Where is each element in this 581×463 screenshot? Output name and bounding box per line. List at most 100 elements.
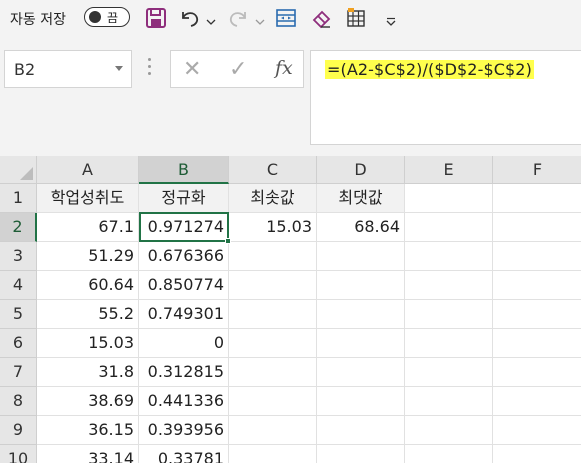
undo-dropdown-icon[interactable] [206, 12, 216, 25]
cell-e5[interactable] [405, 300, 493, 329]
row-header-7[interactable]: 7 [0, 358, 37, 387]
cell-b10[interactable]: 0.33781 [139, 445, 229, 463]
cell-e1[interactable] [405, 184, 493, 213]
cell-e2[interactable] [405, 213, 493, 242]
cell-b8[interactable]: 0.441336 [139, 387, 229, 416]
row-header-10[interactable]: 10 [0, 445, 37, 463]
cell-c4[interactable] [229, 271, 317, 300]
cell-b9[interactable]: 0.393956 [139, 416, 229, 445]
cell-f3[interactable] [493, 242, 581, 271]
cell-a10[interactable]: 33.14 [37, 445, 139, 463]
toggle-knob [89, 11, 101, 23]
cell-f9[interactable] [493, 416, 581, 445]
cell-f8[interactable] [493, 387, 581, 416]
quick-access-toolbar: 자동 저장 끔 [0, 0, 581, 38]
cell-a4[interactable]: 60.64 [37, 271, 139, 300]
cell-f6[interactable] [493, 329, 581, 358]
select-all-button[interactable] [0, 156, 37, 184]
enter-icon[interactable]: ✓ [229, 57, 247, 82]
cell-f2[interactable] [493, 213, 581, 242]
row-header-2[interactable]: 2 [0, 213, 37, 242]
row-header-4[interactable]: 4 [0, 271, 37, 300]
save-icon[interactable] [144, 6, 168, 30]
cell-c3[interactable] [229, 242, 317, 271]
row-header-9[interactable]: 9 [0, 416, 37, 445]
spreadsheet-grid[interactable]: A B C D E F 1 학업성취도 정규화 최솟값 최댓값 2 67.1 0.971274 15.03 6… [0, 156, 581, 463]
insert-function-icon[interactable]: fx [275, 57, 293, 79]
cell-b1[interactable]: 정규화 [139, 184, 229, 213]
autosave-state: 끔 [107, 11, 119, 25]
fill-handle[interactable] [225, 238, 231, 244]
formula-buttons: ✕ ✓ fx [170, 50, 304, 88]
splitter-handle[interactable] [148, 58, 152, 80]
row-header-6[interactable]: 6 [0, 329, 37, 358]
cell-e4[interactable] [405, 271, 493, 300]
cell-c8[interactable] [229, 387, 317, 416]
cell-c7[interactable] [229, 358, 317, 387]
cell-d7[interactable] [317, 358, 405, 387]
cell-d2[interactable]: 68.64 [317, 213, 405, 242]
cell-c5[interactable] [229, 300, 317, 329]
cell-e7[interactable] [405, 358, 493, 387]
customize-dropdown-icon[interactable] [386, 12, 396, 26]
cell-a8[interactable]: 38.69 [37, 387, 139, 416]
cell-b5[interactable]: 0.749301 [139, 300, 229, 329]
column-header-a[interactable]: A [37, 156, 139, 184]
cell-e3[interactable] [405, 242, 493, 271]
column-header-d[interactable]: D [317, 156, 405, 184]
cell-d5[interactable] [317, 300, 405, 329]
cell-e6[interactable] [405, 329, 493, 358]
cell-a5[interactable]: 55.2 [37, 300, 139, 329]
redo-icon[interactable] [226, 6, 250, 30]
cell-d10[interactable] [317, 445, 405, 463]
row-header-5[interactable]: 5 [0, 300, 37, 329]
cell-f4[interactable] [493, 271, 581, 300]
cell-d1[interactable]: 최댓값 [317, 184, 405, 213]
cell-a7[interactable]: 31.8 [37, 358, 139, 387]
cell-d3[interactable] [317, 242, 405, 271]
column-header-b[interactable]: B [139, 156, 229, 184]
cell-b7[interactable]: 0.312815 [139, 358, 229, 387]
cell-a1[interactable]: 학업성취도 [37, 184, 139, 213]
column-header-c[interactable]: C [229, 156, 317, 184]
fit-width-icon[interactable] [274, 6, 298, 30]
undo-icon[interactable] [178, 6, 202, 30]
cell-f7[interactable] [493, 358, 581, 387]
row-header-8[interactable]: 8 [0, 387, 37, 416]
cell-c1[interactable]: 최솟값 [229, 184, 317, 213]
cell-d4[interactable] [317, 271, 405, 300]
cell-d8[interactable] [317, 387, 405, 416]
name-box-dropdown-icon[interactable] [115, 66, 123, 71]
name-box[interactable]: B2 [4, 50, 132, 88]
cell-c2[interactable]: 15.03 [229, 213, 317, 242]
cell-c6[interactable] [229, 329, 317, 358]
cell-a9[interactable]: 36.15 [37, 416, 139, 445]
autosave-toggle[interactable]: 끔 [84, 7, 130, 27]
row-header-3[interactable]: 3 [0, 242, 37, 271]
cell-c9[interactable] [229, 416, 317, 445]
cell-c10[interactable] [229, 445, 317, 463]
cell-b3[interactable]: 0.676366 [139, 242, 229, 271]
column-header-e[interactable]: E [405, 156, 493, 184]
cell-d6[interactable] [317, 329, 405, 358]
cancel-icon[interactable]: ✕ [183, 57, 201, 82]
table-icon[interactable] [344, 6, 368, 30]
cell-b2[interactable]: 0.971274 [139, 213, 229, 242]
row-header-1[interactable]: 1 [0, 184, 37, 213]
cell-f10[interactable] [493, 445, 581, 463]
cell-e8[interactable] [405, 387, 493, 416]
formula-input[interactable]: =(A2-$C$2)/($D$2-$C$2) [310, 50, 581, 145]
eraser-icon[interactable] [310, 6, 334, 30]
cell-e9[interactable] [405, 416, 493, 445]
cell-f1[interactable] [493, 184, 581, 213]
redo-dropdown-icon[interactable] [255, 12, 265, 25]
cell-e10[interactable] [405, 445, 493, 463]
cell-b6[interactable]: 0 [139, 329, 229, 358]
cell-f5[interactable] [493, 300, 581, 329]
column-header-f[interactable]: F [493, 156, 581, 184]
cell-b4[interactable]: 0.850774 [139, 271, 229, 300]
cell-a3[interactable]: 51.29 [37, 242, 139, 271]
cell-a6[interactable]: 15.03 [37, 329, 139, 358]
cell-a2[interactable]: 67.1 [37, 213, 139, 242]
cell-d9[interactable] [317, 416, 405, 445]
